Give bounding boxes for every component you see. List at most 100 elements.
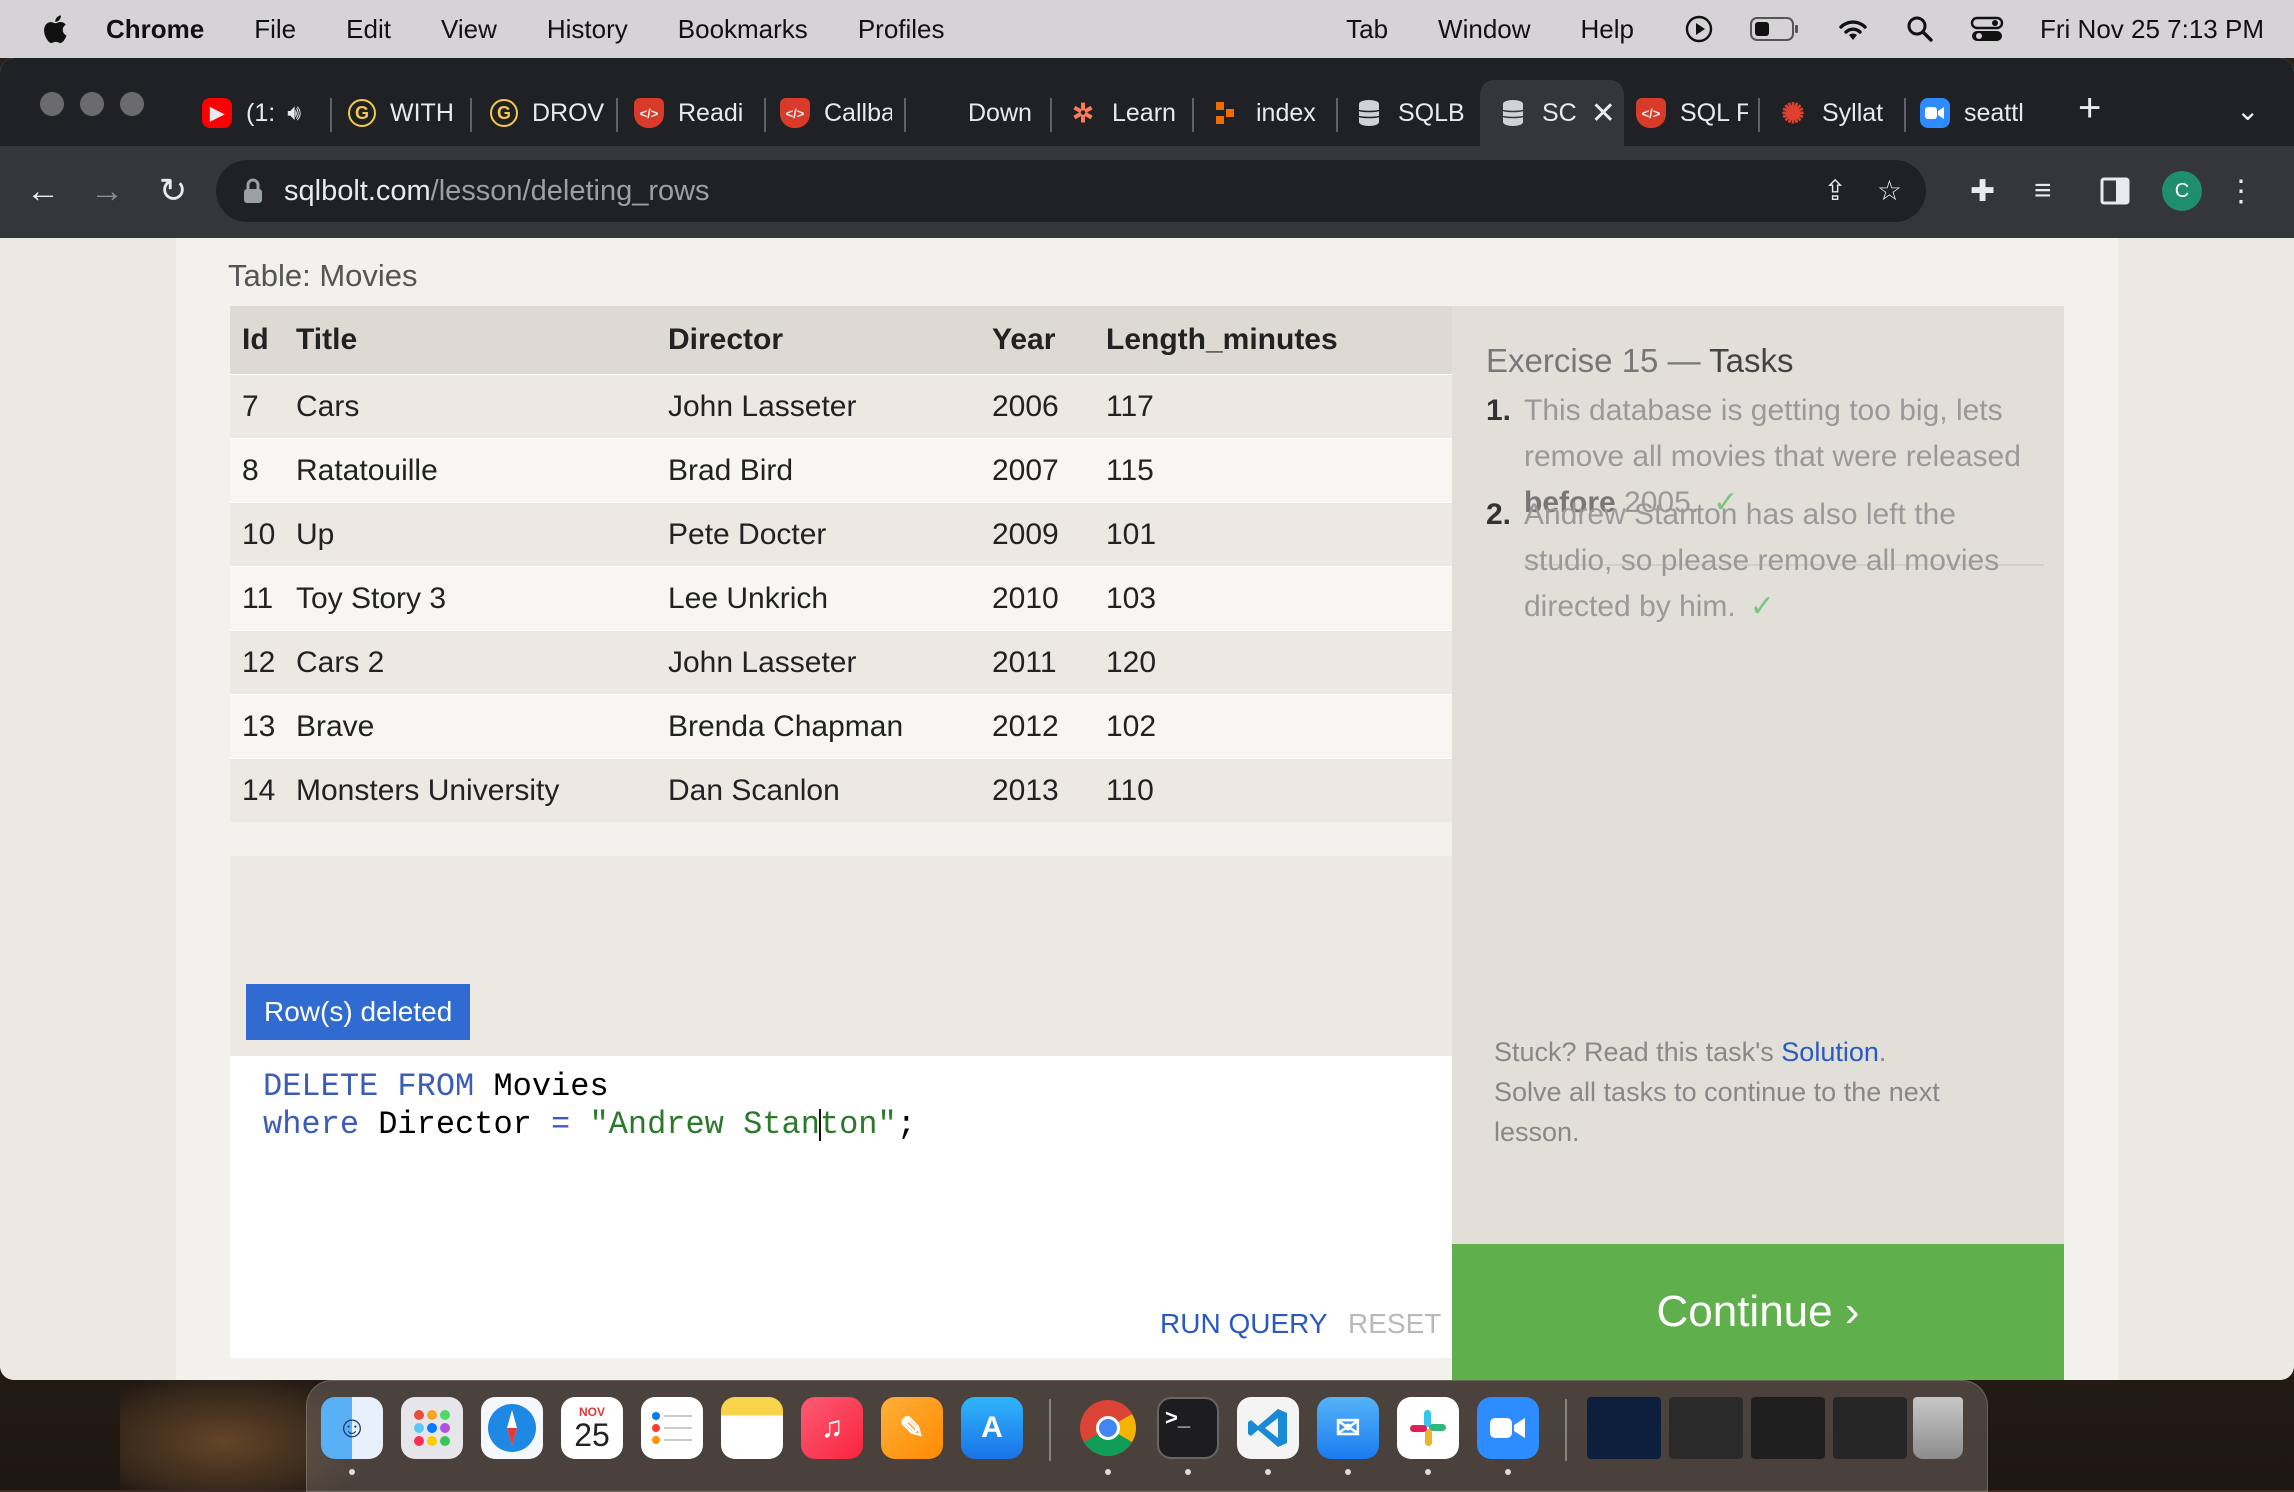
run-query-button[interactable]: RUN QUERY (1160, 1308, 1328, 1340)
cell-year: 2010 (992, 566, 1106, 631)
window-minimize-button[interactable] (80, 92, 104, 116)
tab-index[interactable]: index (1212, 80, 1324, 146)
notes-icon[interactable] (721, 1397, 783, 1459)
menu-app-name[interactable]: Chrome (106, 14, 204, 45)
col-header-length: Length_minutes (1106, 306, 1452, 375)
web-page: Table: Movies Id Title Director Year Len… (0, 238, 2294, 1380)
wifi-icon[interactable] (1836, 16, 1870, 42)
apple-icon[interactable] (38, 11, 74, 47)
cell-director: Brenda Chapman (668, 694, 992, 759)
back-icon[interactable]: ← (18, 166, 68, 216)
minimized-window-thumbnail[interactable] (1669, 1397, 1743, 1459)
menu-edit[interactable]: Edit (346, 14, 391, 45)
terminal-icon[interactable]: >_ (1157, 1397, 1219, 1459)
tab-sql-f[interactable]: </> SQL F (1636, 80, 1748, 146)
speaker-icon[interactable]: 🔊︎ (287, 100, 301, 126)
tab-syllabus[interactable]: ✺ Syllat (1778, 80, 1890, 146)
cell-title: Toy Story 3 (296, 566, 668, 631)
tab-strip: ▶ (1: 🔊︎ G WITH G DROV </> Readi </> Cal… (0, 58, 2294, 146)
play-circle-icon[interactable] (1684, 14, 1714, 44)
database-icon (1498, 98, 1528, 128)
trash-icon[interactable] (1913, 1397, 1963, 1459)
sql-query-editor[interactable]: DELETE FROM Movies where Director = "And… (230, 1056, 1452, 1358)
tab-youtube[interactable]: ▶ (1: 🔊︎ (202, 80, 320, 146)
tab-label: (1: (246, 98, 276, 127)
table-row: 10 Up Pete Docter 2009 101 (230, 502, 1452, 567)
address-bar[interactable]: sqlbolt.com/lesson/deleting_rows ⇪ ☆ (216, 160, 1926, 222)
tab-reading[interactable]: </> Readi (634, 80, 752, 146)
side-panel-icon[interactable] (2100, 166, 2130, 216)
table-row: 14 Monsters University Dan Scanlon 2013 … (230, 758, 1452, 822)
launchpad-icon[interactable] (401, 1397, 463, 1459)
chrome-icon[interactable] (1077, 1397, 1139, 1459)
tab-with[interactable]: G WITH (348, 80, 458, 146)
menu-file[interactable]: File (254, 14, 296, 45)
continue-button[interactable]: Continue › (1452, 1244, 2064, 1380)
vscode-icon[interactable] (1237, 1397, 1299, 1459)
tab-sqlbolt[interactable]: SQLB (1354, 80, 1466, 146)
window-zoom-button[interactable] (120, 92, 144, 116)
window-close-button[interactable] (40, 92, 64, 116)
menu-clock[interactable]: Fri Nov 25 7:13 PM (2040, 14, 2264, 45)
tab-seattle[interactable]: seattl (1920, 80, 2036, 146)
table-row: 7 Cars John Lasseter 2006 117 (230, 374, 1452, 439)
browser-toolbar: ← → ↻ sqlbolt.com/lesson/deleting_rows ⇪… (0, 146, 2294, 238)
tab-learn[interactable]: ✲ Learn (1068, 80, 1180, 146)
menu-window[interactable]: Window (1438, 14, 1530, 45)
task-text: Andrew Stanton has also left the studio,… (1524, 492, 2046, 630)
close-tab-icon[interactable]: ✕ (1591, 96, 1616, 131)
menu-tab[interactable]: Tab (1346, 14, 1388, 45)
tab-label: SQL F (1680, 98, 1748, 127)
tab-callbacks[interactable]: </> Callba (780, 80, 892, 146)
minimized-window-thumbnail[interactable] (1751, 1397, 1825, 1459)
col-header-year: Year (992, 306, 1106, 375)
spotlight-search-icon[interactable] (1906, 15, 1934, 43)
cell-title: Brave (296, 694, 668, 759)
safari-icon[interactable] (481, 1397, 543, 1459)
media-control-icon[interactable]: ≡ (2034, 166, 2052, 216)
forward-icon[interactable]: → (82, 166, 132, 216)
minimized-window-thumbnail[interactable] (1587, 1397, 1661, 1459)
keyword-delete: DELETE (263, 1068, 379, 1105)
menu-history[interactable]: History (547, 14, 628, 45)
address-url: sqlbolt.com/lesson/deleting_rows (284, 175, 710, 208)
code-line-2: where Director = "Andrew Stanton"; (263, 1106, 916, 1143)
control-center-icon[interactable] (1970, 15, 2004, 43)
calendar-icon[interactable]: NOV 25 (561, 1397, 623, 1459)
menu-profiles[interactable]: Profiles (858, 14, 945, 45)
battery-icon[interactable] (1750, 16, 1800, 42)
tab-search-chevron-icon[interactable]: ⌄ (2236, 94, 2259, 127)
mail-icon[interactable]: ✉ (1317, 1397, 1379, 1459)
reload-icon[interactable]: ↻ (148, 166, 198, 216)
tab-drop[interactable]: G DROV (490, 80, 604, 146)
cell-director: John Lasseter (668, 374, 992, 439)
new-tab-icon[interactable]: + (2078, 88, 2101, 128)
app-store-icon[interactable]: A (961, 1397, 1023, 1459)
tab-sqlbolt-active[interactable]: SC ✕ (1480, 80, 1624, 146)
profile-avatar[interactable]: C (2162, 166, 2202, 216)
tab-downloads[interactable]: Down (968, 80, 1038, 146)
lock-icon[interactable] (242, 178, 264, 204)
share-icon[interactable]: ⇪ (1823, 174, 1846, 207)
menu-view[interactable]: View (441, 14, 497, 45)
solution-link[interactable]: Solution (1781, 1037, 1879, 1067)
slack-icon[interactable] (1397, 1397, 1459, 1459)
extensions-puzzle-icon[interactable]: ✚ (1970, 166, 1995, 216)
reset-button[interactable]: RESET (1348, 1308, 1441, 1340)
mac-menu-bar: Chrome File Edit View History Bookmarks … (0, 0, 2294, 58)
chrome-menu-icon[interactable]: ⋮ (2226, 166, 2256, 216)
status-badge: Row(s) deleted (246, 984, 471, 1040)
bookmark-star-icon[interactable]: ☆ (1877, 174, 1902, 207)
minimized-window-thumbnail[interactable] (1833, 1397, 1907, 1459)
exercise-number: Exercise 15 — (1486, 342, 1710, 379)
menu-bookmarks[interactable]: Bookmarks (678, 14, 808, 45)
music-icon[interactable]: ♫ (801, 1397, 863, 1459)
col-header-title: Title (296, 306, 668, 375)
finder-icon[interactable]: ☺ (321, 1397, 383, 1459)
code-shield-icon: </> (634, 98, 664, 128)
reminders-icon[interactable] (641, 1397, 703, 1459)
menu-help[interactable]: Help (1581, 14, 1634, 45)
zoom-app-icon[interactable] (1477, 1397, 1539, 1459)
pages-icon[interactable]: ✎ (881, 1397, 943, 1459)
cell-length: 103 (1106, 566, 1452, 631)
